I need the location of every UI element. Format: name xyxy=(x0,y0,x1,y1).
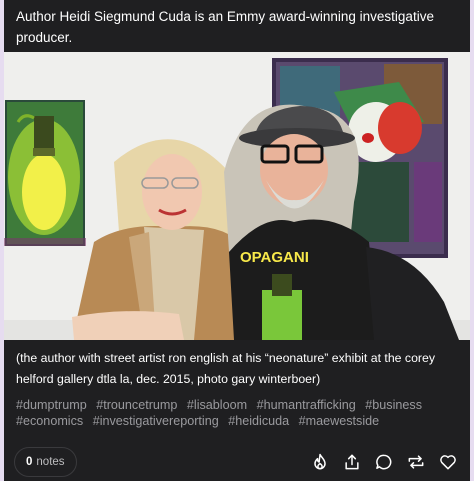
tag-link[interactable]: #economics xyxy=(16,414,83,428)
post-card: Author Heidi Siegmund Cuda is an Emmy aw… xyxy=(4,0,470,481)
notes-label: notes xyxy=(36,456,65,468)
post-actions xyxy=(310,451,458,473)
bulb-painting xyxy=(4,100,86,246)
post-caption: (the author with street artist ron engli… xyxy=(16,351,435,386)
heart-icon[interactable] xyxy=(438,451,458,473)
flame-icon[interactable] xyxy=(310,451,330,473)
notes-count: 0 xyxy=(26,456,33,468)
reply-icon[interactable] xyxy=(374,451,394,473)
tag-link[interactable]: #lisabloom xyxy=(187,398,247,412)
notes-button[interactable]: 0 notes xyxy=(14,447,77,477)
tag-link[interactable]: #investigativereporting xyxy=(93,414,219,428)
post-photo[interactable]: OPAGANI xyxy=(4,52,470,340)
post-headline: Author Heidi Siegmund Cuda is an Emmy aw… xyxy=(16,9,434,45)
shirt-text: OPAGANI xyxy=(240,249,309,266)
tag-link[interactable]: #humantrafficking xyxy=(257,398,356,412)
tag-link[interactable]: #maewestside xyxy=(299,414,380,428)
share-icon[interactable] xyxy=(342,451,362,473)
tag-link[interactable]: #trouncetrump xyxy=(96,398,177,412)
tag-link[interactable]: #dumptrump xyxy=(16,398,87,412)
photo-illustration: OPAGANI xyxy=(4,52,470,340)
tag-link[interactable]: #heidicuda xyxy=(228,414,289,428)
tag-link[interactable]: #business xyxy=(365,398,422,412)
reblog-icon[interactable] xyxy=(406,451,426,473)
tag-list: #dumptrump #trouncetrump #lisabloom #hum… xyxy=(16,397,460,429)
